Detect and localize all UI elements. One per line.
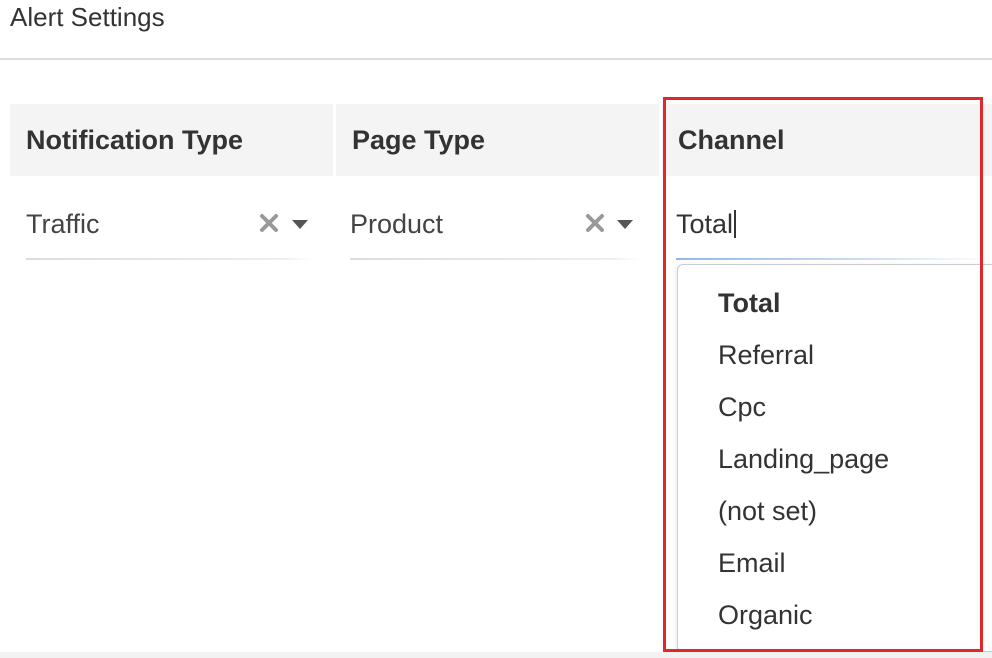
clear-x-icon[interactable] [258, 212, 280, 234]
text-cursor [734, 210, 737, 238]
dropdown-option[interactable]: Landing_page [718, 439, 889, 479]
field-underline [350, 258, 640, 260]
page-type-select[interactable]: Product [350, 196, 640, 260]
dropdown-option[interactable]: Total [718, 283, 781, 323]
dropdown-option[interactable]: Organic [718, 595, 813, 635]
channel-dropdown-menu: Total Referral Cpc Landing_page (not set) Ema… [677, 264, 992, 652]
column-header-page-type: Page Type [336, 104, 659, 176]
bottom-divider [0, 652, 992, 658]
notification-type-select[interactable]: Traffic [26, 196, 312, 260]
dropdown-option[interactable]: Referral [718, 335, 814, 375]
page-type-value: Product [350, 209, 444, 239]
column-header-channel: Channel [662, 104, 992, 176]
clear-x-icon[interactable] [584, 212, 606, 234]
dropdown-option[interactable]: (not set) [718, 491, 817, 531]
field-underline [26, 258, 312, 260]
page-title: Alert Settings [10, 2, 165, 32]
channel-select-input[interactable]: Total [676, 196, 992, 260]
channel-input-value[interactable]: Total [676, 196, 737, 252]
column-header-label: Channel [678, 125, 785, 155]
notification-type-value: Traffic [26, 209, 100, 239]
title-divider [0, 58, 992, 60]
column-header-label: Notification Type [26, 125, 244, 155]
channel-typed-text: Total [676, 209, 734, 239]
column-header-notification-type: Notification Type [10, 104, 333, 176]
column-header-label: Page Type [352, 125, 486, 155]
dropdown-option[interactable]: Cpc [718, 387, 766, 427]
field-underline-focused [676, 258, 992, 260]
chevron-down-icon[interactable] [291, 218, 309, 230]
chevron-down-icon[interactable] [616, 218, 634, 230]
dropdown-option[interactable]: Email [718, 543, 786, 583]
